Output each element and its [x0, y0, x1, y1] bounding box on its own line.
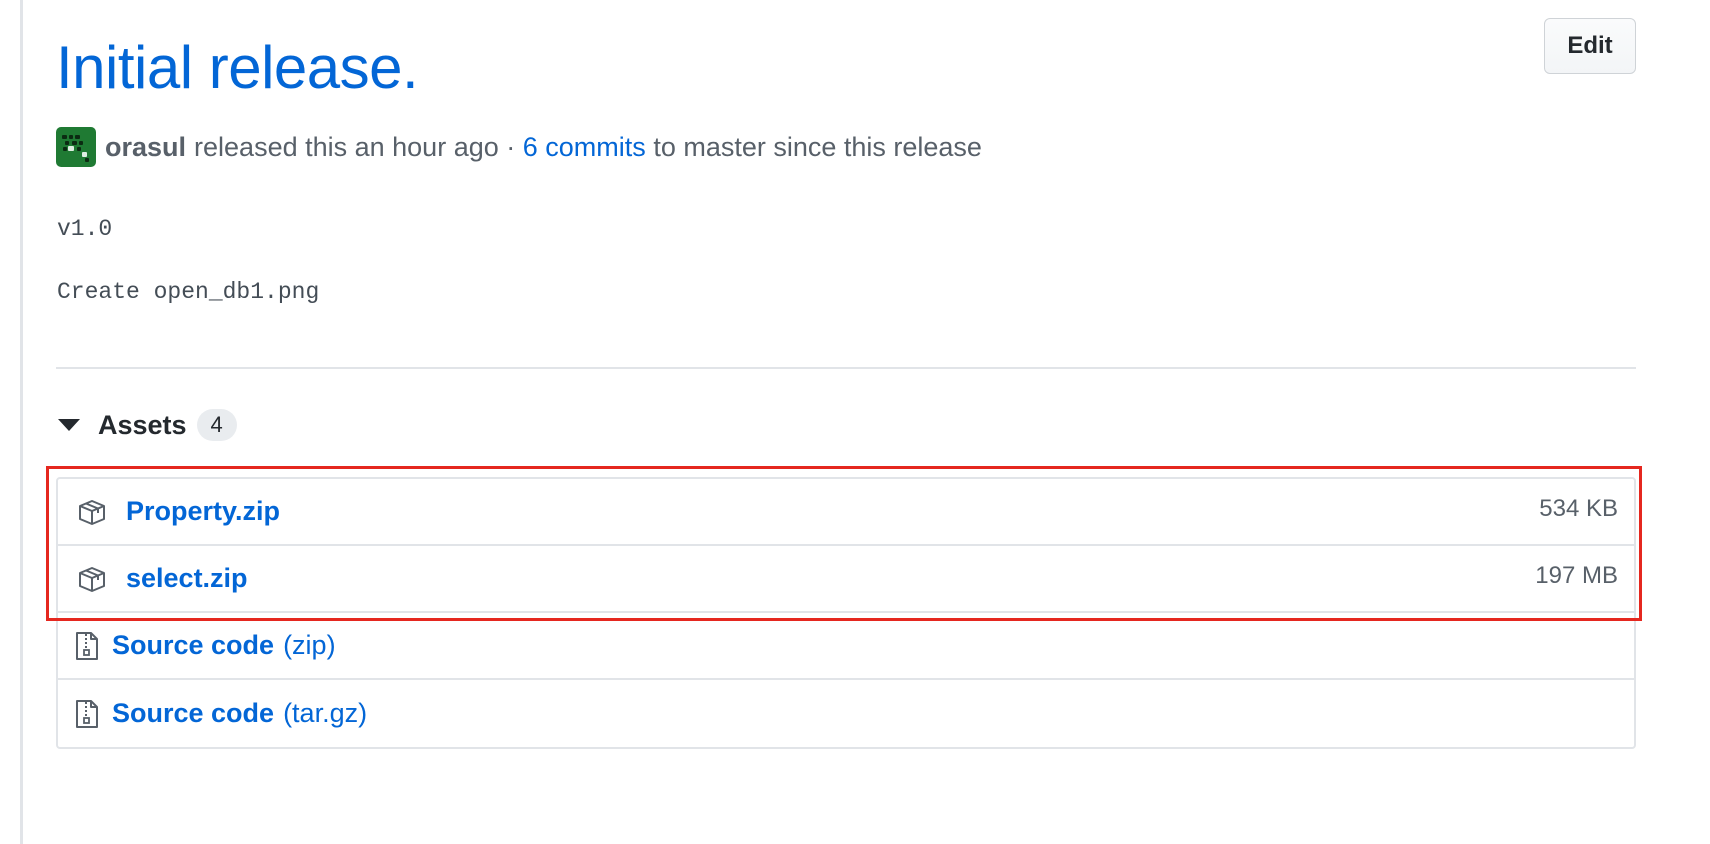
release-meta: orasul released this an hour ago · 6 com… [56, 127, 982, 167]
asset-size: 197 MB [1535, 561, 1618, 589]
assets-toggle[interactable]: Assets 4 [56, 403, 237, 447]
asset-size: 534 KB [1539, 494, 1618, 522]
source-code-zip-link[interactable]: Source code (zip) [112, 630, 336, 661]
assets-count-badge: 4 [196, 409, 237, 441]
released-text: released this an hour ago · [194, 131, 516, 162]
file-zip-icon [74, 631, 102, 661]
divider [56, 367, 1636, 369]
asset-row: Source code (tar.gz) [58, 680, 1634, 747]
asset-link-property-zip[interactable]: Property.zip [126, 496, 280, 527]
avatar[interactable] [56, 127, 96, 167]
release-title[interactable]: Initial release. [56, 28, 419, 108]
author-name[interactable]: orasul [105, 132, 186, 163]
commits-suffix: to master since this release [653, 131, 982, 162]
release-page: Initial release. Edit orasul released th… [0, 0, 1710, 844]
assets-heading: Assets [98, 409, 187, 440]
asset-link-select-zip[interactable]: select.zip [126, 563, 248, 594]
package-icon [76, 497, 110, 527]
asset-link-suffix: (tar.gz) [283, 698, 368, 728]
package-icon [76, 564, 110, 594]
file-zip-icon [74, 699, 102, 729]
source-code-targz-link[interactable]: Source code (tar.gz) [112, 698, 367, 729]
asset-link-suffix: (zip) [283, 630, 336, 660]
asset-list: Property.zip 534 KB select.zip 197 MB So… [56, 477, 1636, 749]
edit-button[interactable]: Edit [1544, 18, 1636, 74]
asset-link-label: Source code [112, 698, 275, 728]
asset-row: select.zip 197 MB [58, 546, 1634, 613]
timeline-rule [20, 0, 23, 844]
tag-line: v1.0 [57, 216, 113, 242]
commit-message: Create open_db1.png [57, 279, 320, 305]
asset-link-label: Source code [112, 630, 275, 660]
asset-row: Property.zip 534 KB [58, 479, 1634, 546]
asset-row: Source code (zip) [58, 613, 1634, 680]
caret-down-icon [58, 419, 80, 431]
commits-link[interactable]: 6 commits [523, 132, 646, 163]
